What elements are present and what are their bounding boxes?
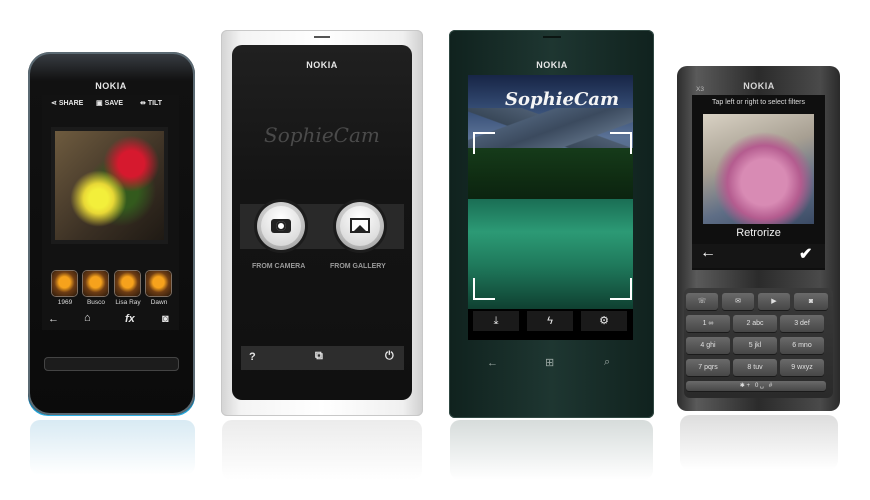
- share-button[interactable]: ⋖ SHARE: [51, 99, 83, 107]
- keypad-bottom-row[interactable]: ✱ + 0 ␣ #: [686, 381, 826, 391]
- app-logo: SophieCam: [505, 89, 620, 110]
- camera-icon: [271, 219, 291, 233]
- phone2-reflection: [222, 420, 422, 480]
- earpiece: [314, 36, 330, 38]
- phone4-brand: NOKIA: [743, 81, 775, 91]
- forest: [468, 148, 633, 200]
- tilt-button[interactable]: ⇹ TILT: [140, 99, 162, 107]
- keypad-key[interactable]: 8 tuv: [733, 359, 777, 376]
- flower-photo: [55, 131, 164, 240]
- settings-button[interactable]: ⚙: [581, 311, 627, 331]
- phone3-reflection: [450, 420, 653, 480]
- keypad-key[interactable]: 7 pqrs: [686, 359, 730, 376]
- earpiece: [543, 36, 561, 38]
- gallery-icon[interactable]: ⧉: [315, 350, 323, 363]
- camera-button-face: [261, 206, 301, 246]
- call-key[interactable]: ☏: [686, 293, 718, 310]
- from-camera-label: FROM CAMERA: [252, 263, 306, 270]
- camera-icon[interactable]: ◙: [162, 313, 169, 325]
- gear-icon: ⚙: [599, 315, 609, 327]
- back-icon[interactable]: ←: [487, 357, 498, 369]
- search-icon[interactable]: ⌕: [604, 356, 610, 369]
- play-key[interactable]: ▶: [758, 293, 790, 310]
- keypad-key[interactable]: 9 wxyz: [780, 359, 824, 376]
- frame-corner: [473, 132, 495, 154]
- from-gallery-button[interactable]: [336, 202, 384, 250]
- keypad-key[interactable]: 5 jkl: [733, 337, 777, 354]
- filter-name: Retrorize: [736, 227, 781, 239]
- save-download-button[interactable]: ⤓: [473, 311, 519, 331]
- phone1-reflection: [30, 420, 195, 475]
- home-icon[interactable]: ⌂: [84, 312, 91, 324]
- filter-busco-thumb[interactable]: [83, 271, 108, 296]
- filter-label: Busco: [86, 299, 106, 306]
- phone3-brand: NOKIA: [536, 60, 568, 70]
- tilt-icon: ⇹: [140, 100, 148, 107]
- back-icon[interactable]: ←: [48, 313, 59, 325]
- image-icon: ▣: [96, 100, 105, 107]
- flash-toggle-button[interactable]: ϟ: [527, 311, 573, 331]
- frame-corner: [610, 278, 632, 300]
- keypad-key[interactable]: 2 abc: [733, 315, 777, 332]
- keypad-key[interactable]: 1 ∞: [686, 315, 730, 332]
- drink-photo: [703, 114, 814, 224]
- share-icon: ⋖: [51, 100, 59, 107]
- phone1-brand: NOKIA: [95, 81, 127, 91]
- app-logo: SophieCam: [264, 123, 380, 147]
- filter-label: Dawn: [150, 299, 168, 306]
- windows-start-icon[interactable]: ⊞: [545, 356, 554, 369]
- picture-icon: [350, 218, 370, 233]
- hint-text: Tap left or right to select filters: [712, 99, 805, 106]
- keypad-key[interactable]: 4 ghi: [686, 337, 730, 354]
- frame-corner: [610, 132, 632, 154]
- filter-label: Lisa Ray: [115, 299, 141, 306]
- filter-label: 1969: [57, 299, 73, 306]
- filter-1969-thumb[interactable]: [52, 271, 77, 296]
- phone4-reflection: [680, 415, 838, 470]
- message-key[interactable]: ✉: [722, 293, 754, 310]
- filter-lisa-ray-thumb[interactable]: [115, 271, 140, 296]
- keypad-key[interactable]: 3 def: [780, 315, 824, 332]
- frame-corner: [473, 278, 495, 300]
- save-button[interactable]: ▣ SAVE: [96, 99, 123, 107]
- from-gallery-label: FROM GALLERY: [330, 263, 386, 270]
- checkmark-icon[interactable]: ✔: [799, 244, 812, 264]
- back-arrow-icon[interactable]: ←: [700, 244, 716, 262]
- camera-key[interactable]: ◙: [794, 293, 828, 310]
- play-icon: ▶: [771, 298, 777, 305]
- filter-dawn-thumb[interactable]: [146, 271, 171, 296]
- gallery-button-face: [340, 206, 380, 246]
- flash-off-icon: ϟ: [547, 315, 553, 327]
- hardware-keys: [44, 357, 179, 371]
- keypad-key[interactable]: 6 mno: [780, 337, 824, 354]
- power-icon[interactable]: ⏻: [385, 350, 394, 363]
- camera-icon: ◙: [808, 298, 814, 305]
- download-icon: ⤓: [493, 315, 499, 327]
- phone2-brand: NOKIA: [306, 60, 338, 70]
- call-icon: ☏: [697, 298, 707, 305]
- model-label: X3: [696, 86, 704, 93]
- envelope-icon: ✉: [735, 298, 741, 305]
- fx-button[interactable]: fx: [125, 313, 135, 325]
- from-camera-button[interactable]: [257, 202, 305, 250]
- help-icon[interactable]: ?: [249, 351, 256, 363]
